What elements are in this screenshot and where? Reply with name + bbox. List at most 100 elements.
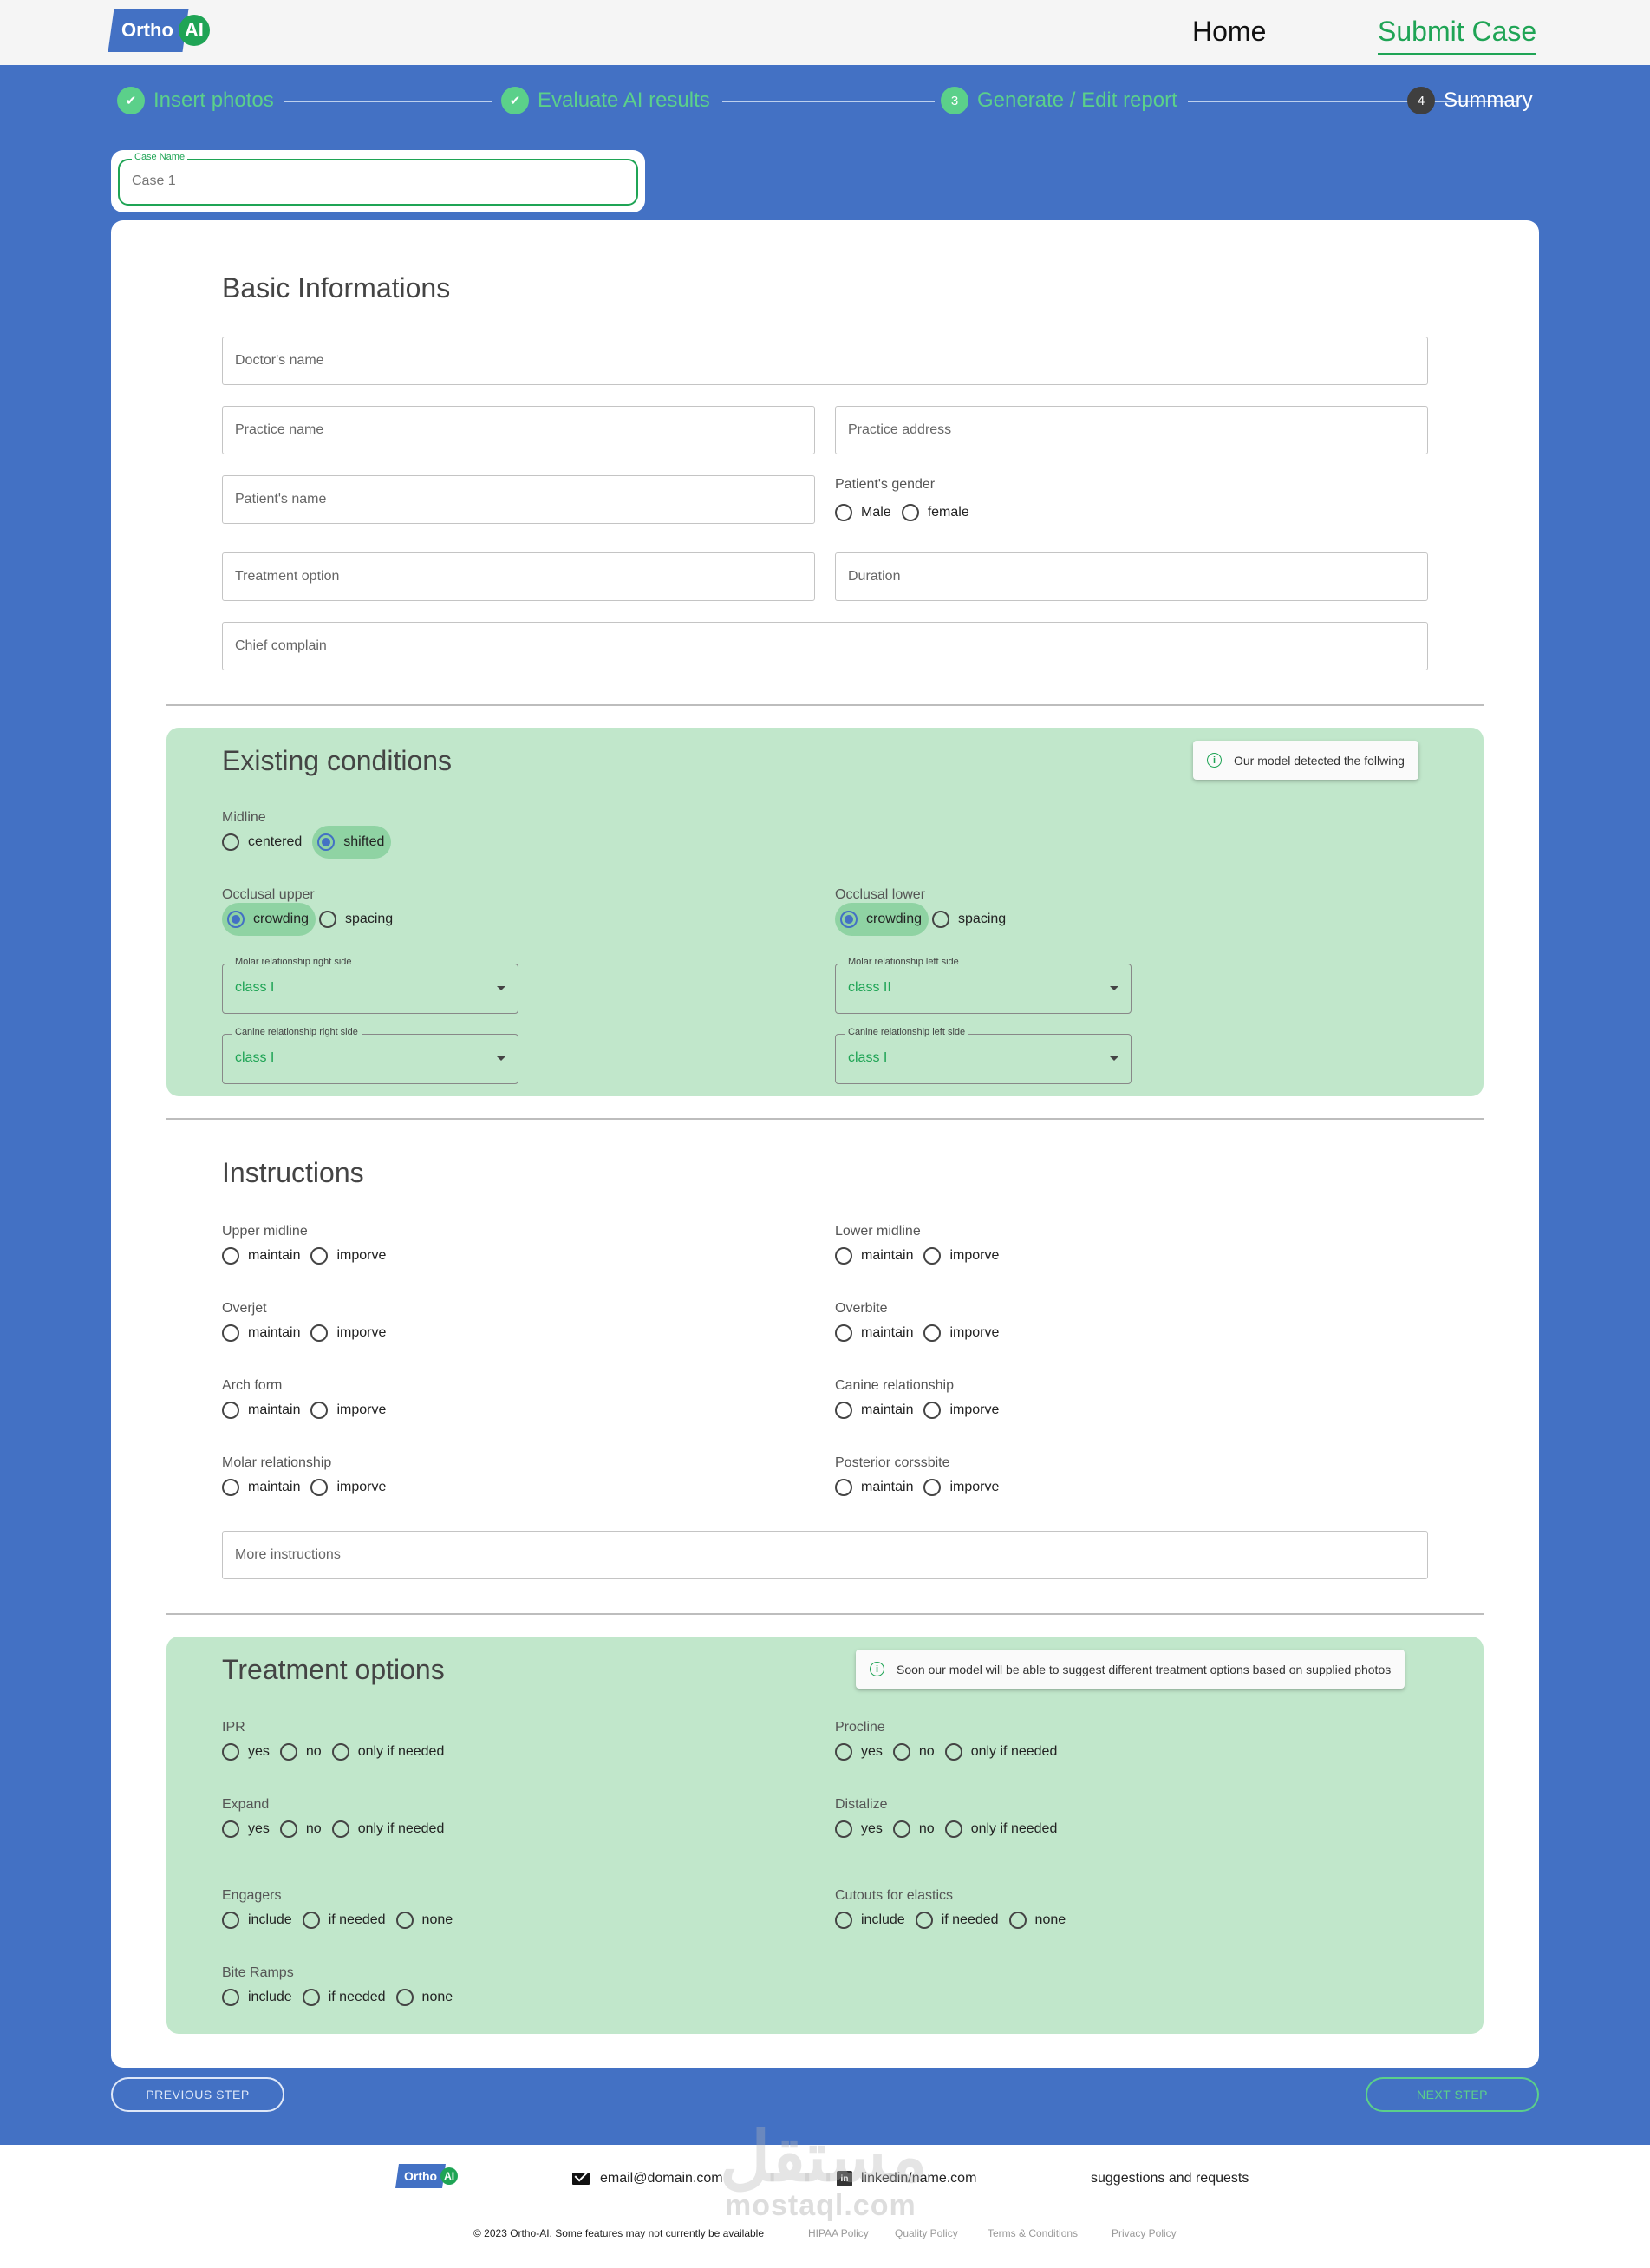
maintain-option[interactable]: maintain	[222, 1394, 307, 1427]
radio-button[interactable]	[331, 1820, 349, 1838]
treatment-option-field[interactable]	[222, 552, 815, 601]
include-option[interactable]: include	[222, 1904, 299, 1937]
if-needed-option[interactable]: if needed	[302, 1981, 393, 2014]
gender-male-option[interactable]: Male	[835, 496, 898, 529]
radio-button[interactable]	[317, 833, 336, 851]
radio-button[interactable]	[835, 504, 852, 521]
molar-right-select[interactable]: Molar relationship right side class I	[222, 957, 518, 1014]
radio-button[interactable]	[835, 1324, 852, 1342]
radio-button[interactable]	[319, 911, 337, 928]
radio-button[interactable]	[1008, 1912, 1027, 1929]
only-if-needed-option[interactable]: only if needed	[944, 1735, 1065, 1768]
include-option[interactable]: include	[222, 1981, 299, 2014]
gender-female-option[interactable]: female	[901, 496, 976, 529]
radio-button[interactable]	[222, 1247, 239, 1265]
no-option[interactable]: no	[279, 1813, 329, 1846]
maintain-option[interactable]: maintain	[222, 1317, 307, 1350]
molar-left-select[interactable]: Molar relationship left side class II	[835, 957, 1132, 1014]
yes-option[interactable]: yes	[222, 1813, 277, 1846]
footer-suggestions-link[interactable]: suggestions and requests	[1091, 2171, 1249, 2186]
midline-centered-option[interactable]: centered	[222, 826, 309, 859]
radio-button[interactable]	[302, 1989, 320, 2006]
yes-option[interactable]: yes	[835, 1735, 890, 1768]
radio-button[interactable]	[932, 911, 950, 928]
improve-option[interactable]: imporve	[923, 1239, 1006, 1272]
no-option[interactable]: no	[279, 1735, 329, 1768]
radio-button[interactable]	[331, 1743, 349, 1761]
radio-button[interactable]	[310, 1402, 329, 1419]
radio-button[interactable]	[227, 911, 245, 928]
doctor-name-input[interactable]	[223, 337, 1427, 384]
radio-button[interactable]	[923, 1247, 942, 1265]
none-option[interactable]: none	[395, 1904, 460, 1937]
patient-name-input[interactable]	[223, 476, 814, 523]
privacy-policy-link[interactable]: Privacy Policy	[1112, 2227, 1177, 2239]
radio-button[interactable]	[222, 1989, 239, 2006]
radio-button[interactable]	[835, 1820, 852, 1838]
case-name-field[interactable]: Case Name	[118, 152, 638, 206]
improve-option[interactable]: imporve	[923, 1471, 1006, 1504]
radio-button[interactable]	[835, 1912, 852, 1929]
include-option[interactable]: include	[835, 1904, 912, 1937]
if-needed-option[interactable]: if needed	[302, 1904, 393, 1937]
midline-shifted-option[interactable]: shifted	[312, 826, 392, 859]
practice-address-input[interactable]	[836, 407, 1427, 454]
improve-option[interactable]: imporve	[310, 1239, 393, 1272]
practice-name-field[interactable]	[222, 406, 815, 454]
yes-option[interactable]: yes	[222, 1735, 277, 1768]
radio-button[interactable]	[923, 1324, 942, 1342]
improve-option[interactable]: imporve	[923, 1394, 1006, 1427]
occlusal-upper-crowding-option[interactable]: crowding	[222, 903, 316, 936]
improve-option[interactable]: imporve	[310, 1471, 393, 1504]
case-name-input[interactable]	[132, 173, 479, 189]
improve-option[interactable]: imporve	[923, 1317, 1006, 1350]
chief-complain-input[interactable]	[223, 623, 1427, 670]
maintain-option[interactable]: maintain	[835, 1394, 920, 1427]
radio-button[interactable]	[310, 1479, 329, 1496]
improve-option[interactable]: imporve	[310, 1317, 393, 1350]
maintain-option[interactable]: maintain	[835, 1471, 920, 1504]
radio-button[interactable]	[923, 1402, 942, 1419]
practice-address-field[interactable]	[835, 406, 1428, 454]
radio-button[interactable]	[835, 1479, 852, 1496]
hipaa-policy-link[interactable]: HIPAA Policy	[808, 2227, 869, 2239]
radio-button[interactable]	[835, 1743, 852, 1761]
duration-input[interactable]	[836, 553, 1427, 600]
canine-right-select[interactable]: Canine relationship right side class I	[222, 1027, 518, 1084]
radio-button[interactable]	[915, 1912, 933, 1929]
step-evaluate-ai[interactable]: ✔ Evaluate AI results	[501, 87, 710, 114]
radio-button[interactable]	[892, 1743, 910, 1761]
treatment-option-input[interactable]	[223, 553, 814, 600]
radio-button[interactable]	[310, 1324, 329, 1342]
only-if-needed-option[interactable]: only if needed	[331, 1735, 452, 1768]
radio-button[interactable]	[222, 1402, 239, 1419]
footer-email[interactable]: email@domain.com	[572, 2171, 723, 2186]
radio-button[interactable]	[892, 1820, 910, 1838]
occlusal-upper-spacing-option[interactable]: spacing	[319, 903, 400, 936]
occlusal-lower-crowding-option[interactable]: crowding	[835, 903, 929, 936]
improve-option[interactable]: imporve	[310, 1394, 393, 1427]
radio-button[interactable]	[222, 1743, 239, 1761]
none-option[interactable]: none	[1008, 1904, 1073, 1937]
patient-name-field[interactable]	[222, 475, 815, 524]
chief-complain-field[interactable]	[222, 622, 1428, 670]
radio-button[interactable]	[222, 1479, 239, 1496]
quality-policy-link[interactable]: Quality Policy	[895, 2227, 958, 2239]
no-option[interactable]: no	[892, 1813, 942, 1846]
maintain-option[interactable]: maintain	[835, 1239, 920, 1272]
ortho-ai-logo[interactable]: Ortho AI	[108, 9, 210, 52]
radio-button[interactable]	[923, 1479, 942, 1496]
radio-button[interactable]	[944, 1820, 962, 1838]
radio-button[interactable]	[222, 1820, 239, 1838]
maintain-option[interactable]: maintain	[222, 1471, 307, 1504]
previous-step-button[interactable]: PREVIOUS STEP	[111, 2077, 284, 2112]
radio-button[interactable]	[901, 504, 919, 521]
radio-button[interactable]	[279, 1820, 297, 1838]
only-if-needed-option[interactable]: only if needed	[944, 1813, 1065, 1846]
maintain-option[interactable]: maintain	[835, 1317, 920, 1350]
only-if-needed-option[interactable]: only if needed	[331, 1813, 452, 1846]
radio-button[interactable]	[835, 1247, 852, 1265]
nav-home-link[interactable]: Home	[1192, 16, 1266, 48]
radio-button[interactable]	[222, 1324, 239, 1342]
radio-button[interactable]	[395, 1989, 414, 2006]
